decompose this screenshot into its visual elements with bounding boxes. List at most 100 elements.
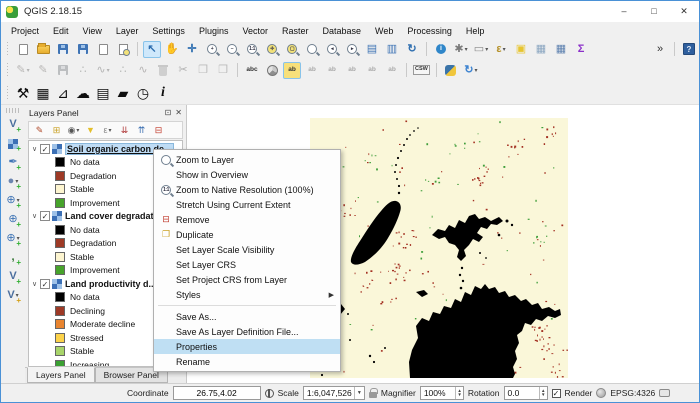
about-plugin-icon[interactable]: i xyxy=(154,84,172,101)
remove-layer-icon[interactable]: ⊟ xyxy=(151,123,166,137)
menu-project[interactable]: Project xyxy=(4,24,46,38)
menu-item-zoom-to-layer[interactable]: Zoom to Layer xyxy=(154,152,340,167)
new-bookmark-icon[interactable]: ▤ xyxy=(363,41,381,58)
menu-item-show-in-overview[interactable]: Show in Overview xyxy=(154,167,340,182)
add-raster-layer-icon[interactable]: + xyxy=(4,135,22,153)
feature-actions-icon[interactable]: ✱ ▾ xyxy=(452,41,470,58)
menu-raster[interactable]: Raster xyxy=(275,24,316,38)
reporting-icon[interactable]: ▤ xyxy=(94,84,112,101)
select-by-expression-icon[interactable]: ε ▾ xyxy=(492,41,510,58)
download-data-icon[interactable]: ☁ xyxy=(74,84,92,101)
layer-visibility-checkbox[interactable]: ✓ xyxy=(40,211,50,222)
layer-name[interactable]: Land cover degradat... xyxy=(65,211,161,221)
expander-icon[interactable]: ∨ xyxy=(29,145,40,153)
lock-scale-icon[interactable] xyxy=(368,387,378,398)
menu-item-styles[interactable]: Styles ▶ xyxy=(154,287,340,302)
menu-vector[interactable]: Vector xyxy=(235,24,275,38)
add-vector-layer-icon[interactable]: V + xyxy=(4,116,22,135)
panel-close-button[interactable]: ✕ xyxy=(175,108,182,117)
python-console-icon[interactable] xyxy=(442,62,460,79)
toolbar-grip[interactable] xyxy=(5,85,10,100)
save-project-icon[interactable] xyxy=(54,41,72,58)
zoom-next-icon[interactable]: ▸ xyxy=(343,41,361,58)
add-group-icon[interactable]: ⊞ xyxy=(49,123,64,137)
menu-item-save-as[interactable]: Save As... xyxy=(154,309,340,324)
zoom-in-icon[interactable]: + xyxy=(203,41,221,58)
save-project-as-icon[interactable] xyxy=(74,41,92,58)
calculate-indicator-icon[interactable]: ▦ xyxy=(34,84,52,101)
panel-float-button[interactable]: ⊡ xyxy=(165,108,172,117)
manage-themes-icon[interactable]: ◉ ▾ xyxy=(66,123,81,137)
field-calculator-icon[interactable]: ▦ xyxy=(552,41,570,58)
close-button[interactable]: ✕ xyxy=(669,1,699,22)
chevron-down-icon[interactable]: ▼ xyxy=(353,387,364,399)
menu-item-rename[interactable]: Rename xyxy=(154,354,340,369)
statistics-icon[interactable]: Σ xyxy=(572,41,590,58)
rotation-spinbox[interactable]: 0.0 ▲ ▼ xyxy=(503,386,548,400)
add-wms-layer-icon[interactable]: ⊕ + ▾ xyxy=(4,192,22,211)
pan-map-icon[interactable]: ✋ xyxy=(163,41,181,58)
menu-plugins[interactable]: Plugins xyxy=(192,24,236,38)
zoom-native-icon[interactable]: 1:1 xyxy=(243,41,261,58)
minimize-button[interactable]: – xyxy=(609,1,639,22)
touch-pan-icon[interactable]: ↖ xyxy=(143,40,161,58)
new-project-icon[interactable] xyxy=(14,41,32,58)
menu-item-duplicate[interactable]: ❐ Duplicate xyxy=(154,227,340,242)
menu-processing[interactable]: Processing xyxy=(400,24,459,38)
maximize-button[interactable]: □ xyxy=(639,1,669,22)
zoom-to-selection-icon[interactable]: ▢ xyxy=(283,41,301,58)
zoom-out-icon[interactable]: − xyxy=(223,41,241,58)
add-postgis-layer-icon[interactable]: ● + ▾ xyxy=(4,173,22,192)
diagram-options-icon[interactable] xyxy=(263,62,281,79)
filter-expression-icon[interactable]: ε ▾ xyxy=(100,123,115,137)
menu-item-set-layer-crs[interactable]: Set Layer CRS xyxy=(154,257,340,272)
layer-visibility-checkbox[interactable]: ✓ xyxy=(40,278,50,289)
menu-item-properties[interactable]: Properties xyxy=(154,339,340,354)
new-composer-icon[interactable] xyxy=(94,41,112,58)
menu-item-stretch-using-current-extent[interactable]: Stretch Using Current Extent xyxy=(154,197,340,212)
menu-item-save-as-layer-definition-file[interactable]: Save As Layer Definition File... xyxy=(154,324,340,339)
expander-icon[interactable]: ∨ xyxy=(29,280,40,288)
open-attribute-table-icon[interactable]: ▦ xyxy=(532,41,550,58)
layer-name[interactable]: Land productivity d... xyxy=(65,279,156,289)
csw-search-icon[interactable]: CSW xyxy=(412,62,431,79)
help-icon[interactable] xyxy=(680,41,698,58)
select-features-icon[interactable]: ▭ ▾ xyxy=(472,41,490,58)
expander-icon[interactable]: ∨ xyxy=(29,212,40,220)
menu-help[interactable]: Help xyxy=(459,24,492,38)
epsg-button[interactable]: EPSG:4326 xyxy=(610,388,655,398)
toolbar-grip[interactable] xyxy=(5,63,10,77)
add-wfs-layer-icon[interactable]: ⊕ + ▾ xyxy=(4,230,22,249)
refresh-icon[interactable]: ↻ xyxy=(403,41,421,58)
menu-item-zoom-to-native-resolution-100[interactable]: 1:1 Zoom to Native Resolution (100%) xyxy=(154,182,340,197)
show-bookmarks-icon[interactable]: ▥ xyxy=(383,41,401,58)
spinner-arrows-icon[interactable]: ▲ ▼ xyxy=(455,387,462,399)
load-data-icon[interactable]: ▰ xyxy=(114,84,132,101)
spinner-arrows-icon[interactable]: ▲ ▼ xyxy=(539,387,546,399)
add-spatialite-layer-icon[interactable]: ✒ + xyxy=(4,154,22,173)
identify-features-icon[interactable] xyxy=(432,41,450,58)
render-checkbox[interactable]: ✓ xyxy=(551,388,561,398)
toolbar-grip[interactable] xyxy=(6,108,20,113)
timeseries-plot-icon[interactable]: ⊿ xyxy=(54,84,72,101)
visualization-icon[interactable]: ◷ xyxy=(134,84,152,101)
menu-item-set-layer-scale-visibility[interactable]: Set Layer Scale Visibility xyxy=(154,242,340,257)
deselect-all-icon[interactable]: ▣ xyxy=(512,41,530,58)
open-styling-dock-icon[interactable]: ✎ xyxy=(32,123,47,137)
label-toolbar-icon[interactable]: abc xyxy=(243,62,261,79)
messages-icon[interactable] xyxy=(659,389,671,397)
new-layer-icon[interactable]: V + ▾ xyxy=(4,287,22,306)
pan-to-selection-icon[interactable]: ✛ xyxy=(183,41,201,58)
open-project-icon[interactable] xyxy=(34,41,52,58)
mouse-position-icon[interactable] xyxy=(264,388,274,398)
menu-settings[interactable]: Settings xyxy=(145,24,192,38)
toolbar-overflow-button[interactable]: » xyxy=(651,41,669,58)
menu-web[interactable]: Web xyxy=(368,24,400,38)
composer-manager-icon[interactable] xyxy=(114,41,132,58)
zoom-full-icon[interactable]: ✛ xyxy=(263,41,281,58)
collapse-all-icon[interactable]: ⇈ xyxy=(134,123,149,137)
new-shapefile-icon[interactable]: V + xyxy=(4,268,22,287)
magnifier-spinbox[interactable]: 100% ▲ ▼ xyxy=(419,386,464,400)
scale-combobox[interactable]: 1:6,047,526 ▼ xyxy=(302,386,365,400)
tab-layers-panel[interactable]: Layers Panel xyxy=(27,367,95,383)
